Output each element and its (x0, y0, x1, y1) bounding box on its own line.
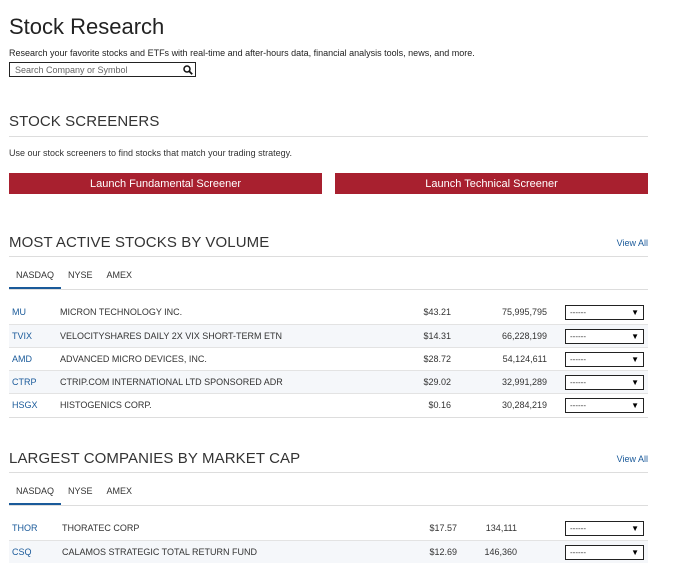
caret-down-icon: ▼ (631, 524, 639, 533)
action-select-value: ------ (570, 524, 586, 533)
stock-price: $43.21 (423, 307, 451, 317)
caret-down-icon: ▼ (631, 378, 639, 387)
action-select[interactable]: ------ ▼ (565, 305, 644, 320)
launch-fundamental-screener-button[interactable]: Launch Fundamental Screener (9, 173, 322, 194)
tab-amex[interactable]: AMEX (100, 481, 140, 505)
action-select[interactable]: ------ ▼ (565, 329, 644, 344)
stock-symbol-link[interactable]: TVIX (12, 331, 32, 341)
search-input[interactable] (10, 63, 181, 76)
stock-price: $0.16 (428, 400, 451, 410)
company-name: THORATEC CORP (62, 523, 140, 533)
action-select[interactable]: ------ ▼ (565, 352, 644, 367)
caret-down-icon: ▼ (631, 308, 639, 317)
tab-nyse[interactable]: NYSE (61, 265, 100, 289)
largest-companies-title: LARGEST COMPANIES BY MARKET CAP (9, 450, 301, 467)
action-select-value: ------ (570, 378, 586, 387)
stock-price: $14.31 (423, 331, 451, 341)
table-row: TVIX VELOCITYSHARES DAILY 2X VIX SHORT-T… (9, 324, 648, 347)
action-select-value: ------ (570, 548, 586, 557)
stock-volume: 54,124,611 (502, 354, 547, 364)
action-select[interactable]: ------ ▼ (565, 375, 644, 390)
caret-down-icon: ▼ (631, 548, 639, 557)
largest-tabs: NASDAQ NYSE AMEX (9, 481, 139, 505)
tab-nasdaq[interactable]: NASDAQ (9, 265, 62, 289)
stock-price: $28.72 (423, 354, 451, 364)
stock-volume: 75,995,795 (501, 307, 547, 317)
most-active-tabs-divider (9, 289, 648, 290)
largest-table: THOR THORATEC CORP $17.57 134,111 ------… (9, 517, 648, 563)
action-select[interactable]: ------ ▼ (565, 545, 644, 560)
screeners-description: Use our stock screeners to find stocks t… (9, 148, 292, 158)
largest-companies-view-all-link[interactable]: View All (617, 454, 648, 464)
stock-symbol-link[interactable]: AMD (12, 354, 32, 364)
company-name: VELOCITYSHARES DAILY 2X VIX SHORT-TERM E… (60, 331, 283, 341)
stock-symbol-link[interactable]: MU (12, 307, 26, 317)
stock-volume: 30,284,219 (501, 400, 547, 410)
search-box[interactable] (9, 62, 196, 77)
action-select-value: ------ (570, 308, 586, 317)
caret-down-icon: ▼ (631, 332, 639, 341)
search-icon[interactable] (181, 63, 195, 76)
company-name: CALAMOS STRATEGIC TOTAL RETURN FUND (62, 547, 258, 557)
action-select-value: ------ (570, 355, 586, 364)
company-name: HISTOGENICS CORP. (60, 400, 152, 410)
page-title: Stock Research (9, 14, 165, 39)
stock-volume: 146,360 (484, 547, 517, 557)
caret-down-icon: ▼ (631, 355, 639, 364)
page-subtitle: Research your favorite stocks and ETFs w… (9, 48, 475, 58)
stock-volume: 32,991,289 (501, 377, 547, 387)
table-row: HSGX HISTOGENICS CORP. $0.16 30,284,219 … (9, 393, 648, 416)
caret-down-icon: ▼ (631, 401, 639, 410)
most-active-tabs: NASDAQ NYSE AMEX (9, 265, 139, 289)
table-row: AMD ADVANCED MICRO DEVICES, INC. $28.72 … (9, 347, 648, 370)
company-name: CTRIP.COM INTERNATIONAL LTD SPONSORED AD… (60, 377, 283, 387)
stock-symbol-link[interactable]: CTRP (12, 377, 37, 387)
action-select[interactable]: ------ ▼ (565, 521, 644, 536)
table-row: CSQ CALAMOS STRATEGIC TOTAL RETURN FUND … (9, 540, 648, 563)
table-row: CTRP CTRIP.COM INTERNATIONAL LTD SPONSOR… (9, 370, 648, 393)
tab-amex[interactable]: AMEX (100, 265, 140, 289)
action-select-value: ------ (570, 332, 586, 341)
stock-symbol-link[interactable]: HSGX (12, 400, 38, 410)
screeners-divider (9, 136, 648, 137)
largest-divider (9, 472, 648, 473)
most-active-title: MOST ACTIVE STOCKS BY VOLUME (9, 234, 270, 251)
stock-volume: 134,111 (485, 523, 517, 533)
stock-price: $29.02 (423, 377, 451, 387)
company-name: MICRON TECHNOLOGY INC. (60, 307, 183, 317)
tab-nasdaq[interactable]: NASDAQ (9, 481, 62, 505)
action-select-value: ------ (570, 401, 586, 410)
tab-nyse[interactable]: NYSE (61, 481, 100, 505)
most-active-table: MU MICRON TECHNOLOGY INC. $43.21 75,995,… (9, 301, 648, 416)
stock-volume: 66,228,199 (501, 331, 547, 341)
most-active-view-all-link[interactable]: View All (617, 238, 648, 248)
stock-symbol-link[interactable]: CSQ (12, 547, 32, 557)
action-select[interactable]: ------ ▼ (565, 398, 644, 413)
most-active-divider (9, 256, 648, 257)
launch-technical-screener-button[interactable]: Launch Technical Screener (335, 173, 648, 194)
stock-symbol-link[interactable]: THOR (12, 523, 38, 533)
largest-tabs-divider (9, 505, 648, 506)
company-name: ADVANCED MICRO DEVICES, INC. (60, 354, 207, 364)
table-row: MU MICRON TECHNOLOGY INC. $43.21 75,995,… (9, 301, 648, 324)
screeners-title: STOCK SCREENERS (9, 113, 160, 130)
table-row: THOR THORATEC CORP $17.57 134,111 ------… (9, 517, 648, 540)
most-active-table-bottom (9, 417, 648, 418)
